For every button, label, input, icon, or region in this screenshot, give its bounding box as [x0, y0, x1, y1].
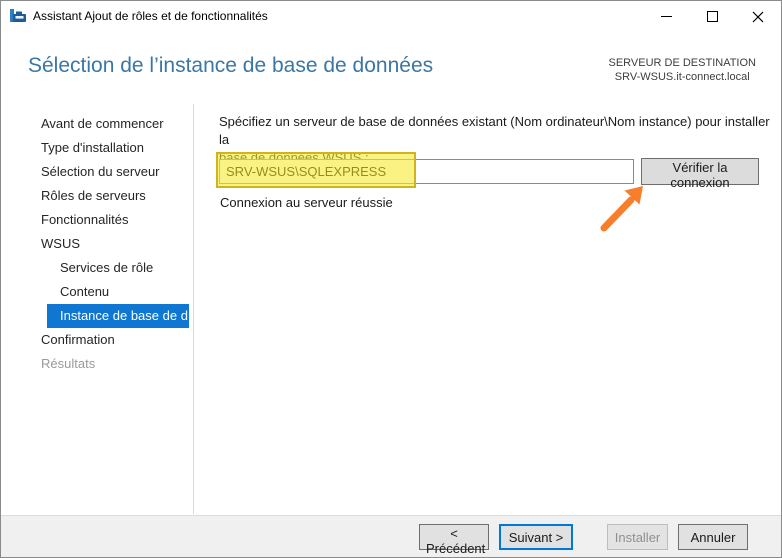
arrow-annotation-icon — [591, 179, 653, 239]
install-button: Installer — [607, 524, 668, 550]
maximize-button[interactable] — [689, 1, 735, 32]
nav-item-instance-base-de-donnees[interactable]: Instance de base de d... — [47, 304, 189, 328]
verify-connection-button[interactable]: Vérifier la connexion — [641, 158, 759, 185]
destination-server-name: SRV-WSUS.it-connect.local — [608, 70, 756, 84]
nav-item-type-installation[interactable]: Type d'installation — [1, 136, 193, 160]
destination-server-label: SERVEUR DE DESTINATION — [608, 56, 756, 70]
wizard-footer: < Précédent Suivant > Installer Annuler — [1, 515, 781, 557]
cancel-button[interactable]: Annuler — [678, 524, 748, 550]
server-manager-icon — [9, 7, 27, 25]
close-button[interactable] — [735, 1, 781, 32]
next-button[interactable]: Suivant > — [499, 524, 573, 550]
wizard-steps-nav: Avant de commencer Type d'installation S… — [1, 112, 193, 376]
title-bar: Assistant Ajout de rôles et de fonctionn… — [1, 1, 781, 32]
maximize-icon — [707, 11, 718, 22]
nav-item-selection-du-serveur[interactable]: Sélection du serveur — [1, 160, 193, 184]
instruction-line-1: Spécifiez un serveur de base de données … — [219, 113, 781, 149]
nav-item-roles-de-serveurs[interactable]: Rôles de serveurs — [1, 184, 193, 208]
page-title: Sélection de l’instance de base de donné… — [28, 54, 433, 78]
minimize-icon — [661, 16, 672, 17]
connection-status-text: Connexion au serveur réussie — [220, 195, 393, 210]
nav-item-services-de-role[interactable]: Services de rôle — [1, 256, 193, 280]
close-icon — [752, 11, 764, 23]
minimize-button[interactable] — [643, 1, 689, 32]
nav-item-resultats: Résultats — [1, 352, 193, 376]
nav-item-wsus[interactable]: WSUS — [1, 232, 193, 256]
database-instance-input[interactable] — [219, 159, 634, 184]
previous-button[interactable]: < Précédent — [419, 524, 489, 550]
nav-item-contenu[interactable]: Contenu — [1, 280, 193, 304]
destination-server-block: SERVEUR DE DESTINATION SRV-WSUS.it-conne… — [608, 56, 756, 84]
nav-item-avant-de-commencer[interactable]: Avant de commencer — [1, 112, 193, 136]
window-title: Assistant Ajout de rôles et de fonctionn… — [33, 1, 268, 32]
nav-item-fonctionnalites[interactable]: Fonctionnalités — [1, 208, 193, 232]
wizard-window: Assistant Ajout de rôles et de fonctionn… — [0, 0, 782, 558]
nav-item-confirmation[interactable]: Confirmation — [1, 328, 193, 352]
sidebar-divider — [193, 104, 194, 514]
